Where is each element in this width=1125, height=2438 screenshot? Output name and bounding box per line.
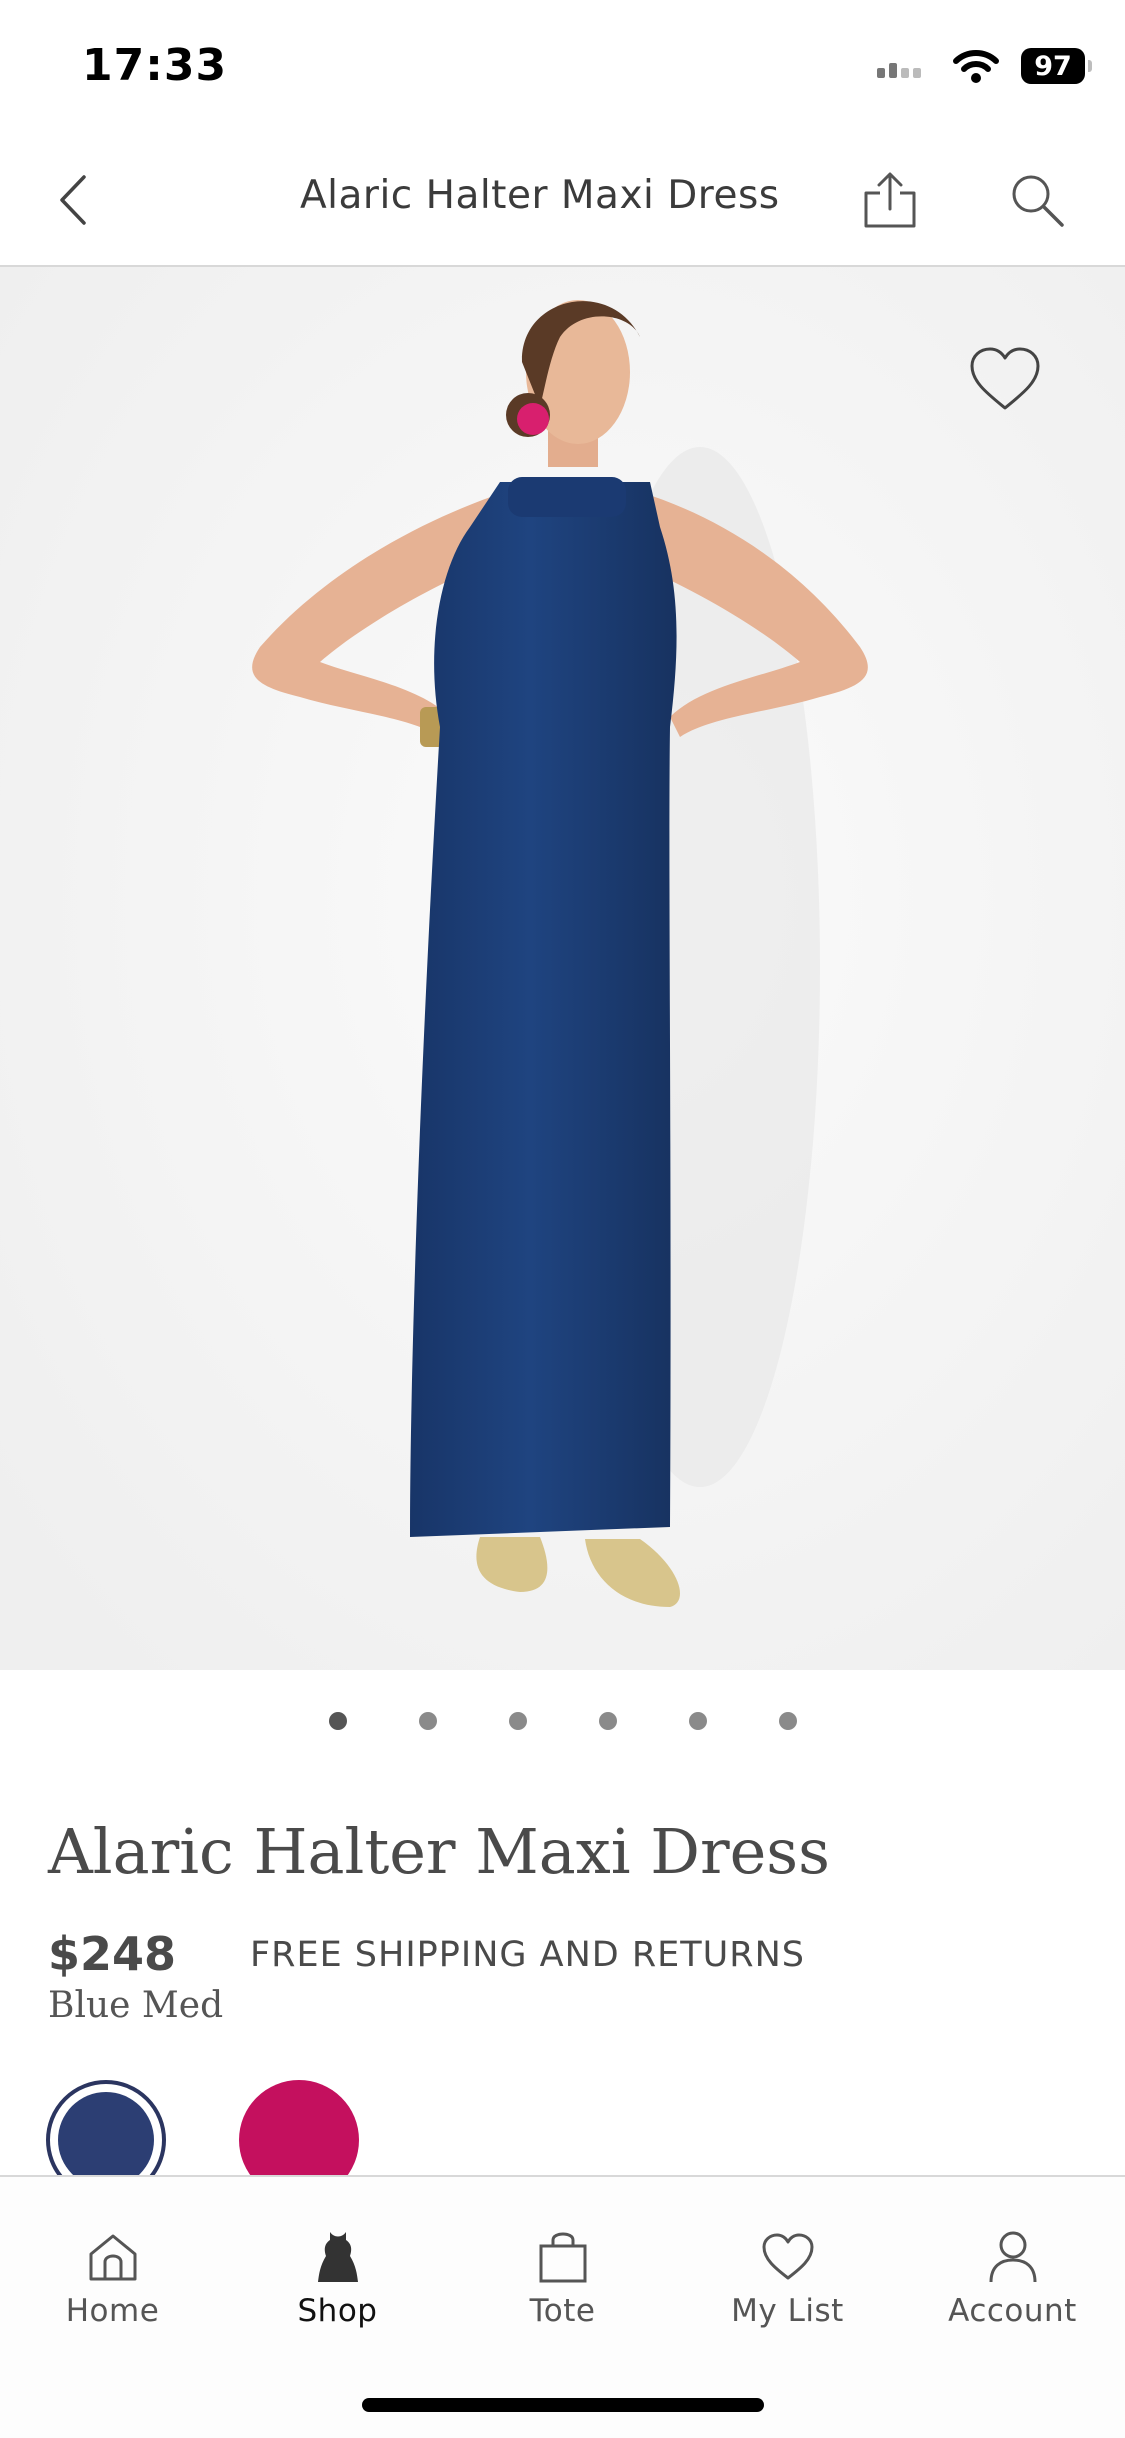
shipping-note: FREE SHIPPING AND RETURNS (250, 1935, 805, 1975)
search-button[interactable] (1002, 165, 1072, 235)
tab-label: My List (731, 2293, 844, 2329)
tab-label: Home (65, 2293, 160, 2329)
carousel-pagination (0, 1712, 1125, 1730)
product-price: $248 (48, 1927, 177, 1981)
carousel-dot[interactable] (418, 1712, 437, 1730)
cellular-signal-icon (877, 63, 921, 78)
top-nav-bar: Alaric Halter Maxi Dress (0, 135, 1125, 267)
carousel-dot[interactable] (598, 1712, 617, 1730)
color-swatches (46, 2080, 1125, 2175)
carousel-dot[interactable] (508, 1712, 527, 1730)
tab-home[interactable]: Home (0, 2177, 225, 2337)
heart-outline-icon (970, 347, 1040, 410)
share-icon (864, 172, 916, 228)
tab-my-list[interactable]: My List (675, 2177, 900, 2337)
tab-tote[interactable]: Tote (450, 2177, 675, 2337)
back-button[interactable] (38, 165, 108, 235)
home-icon (89, 2234, 136, 2281)
dress-icon (317, 2232, 358, 2282)
heart-icon (762, 2233, 813, 2280)
bag-icon (539, 2232, 586, 2283)
search-icon (1012, 175, 1064, 227)
favorite-button[interactable] (968, 346, 1042, 412)
home-indicator[interactable] (362, 2398, 764, 2412)
color-swatch-pink[interactable] (239, 2080, 359, 2175)
product-image-carousel[interactable] (0, 267, 1125, 1670)
page-title: Alaric Halter Maxi Dress (300, 173, 780, 218)
chevron-left-icon (60, 175, 86, 225)
person-icon (989, 2231, 1036, 2283)
carousel-dot[interactable] (328, 1712, 347, 1730)
status-time: 17:33 (82, 40, 228, 91)
tab-account[interactable]: Account (900, 2177, 1125, 2337)
color-swatch-blue-med[interactable] (46, 2080, 166, 2175)
product-photo-model-in-dress (0, 267, 1125, 1670)
tab-shop[interactable]: Shop (225, 2177, 450, 2337)
status-icons: 97 (875, 48, 1092, 84)
carousel-dot[interactable] (688, 1712, 707, 1730)
battery-icon: 97 (1021, 48, 1092, 84)
tab-label: Account (948, 2293, 1077, 2329)
share-button[interactable] (855, 165, 925, 235)
battery-level: 97 (1034, 50, 1072, 82)
tab-label: Shop (297, 2293, 378, 2329)
carousel-dot[interactable] (778, 1712, 797, 1730)
product-name: Alaric Halter Maxi Dress (48, 1815, 830, 1888)
selected-color-name: Blue Med (48, 1985, 224, 2026)
swatch-fill (58, 2092, 154, 2175)
status-bar: 17:33 97 (0, 0, 1125, 135)
wifi-icon (953, 50, 999, 83)
tab-label: Tote (529, 2293, 596, 2329)
